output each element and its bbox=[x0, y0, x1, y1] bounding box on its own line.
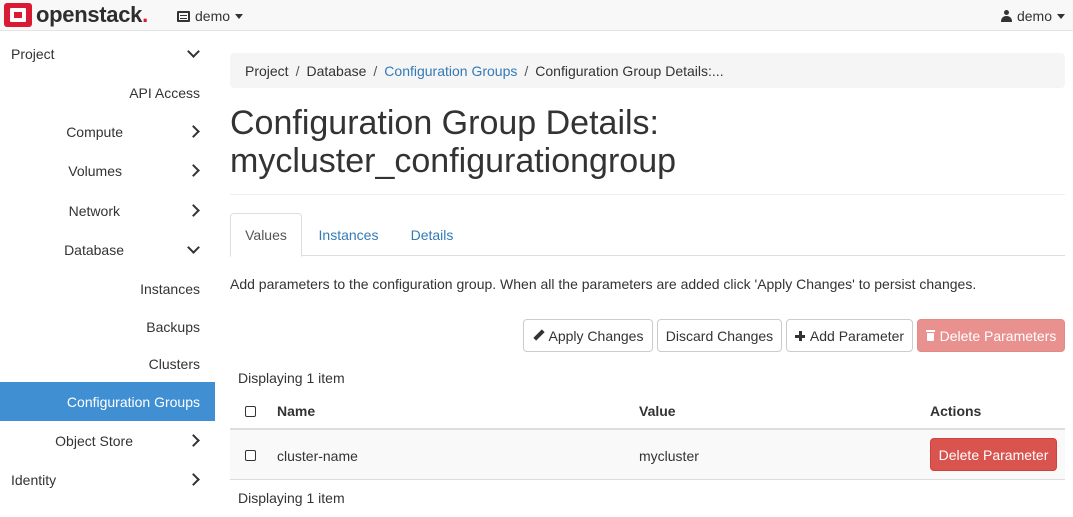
breadcrumb-item-current: Configuration Group Details:... bbox=[535, 62, 724, 79]
page-title: Configuration Group Details: mycluster_c… bbox=[230, 104, 1065, 180]
tab-details[interactable]: Details bbox=[402, 213, 462, 256]
item-count-bottom: Displaying 1 item bbox=[238, 490, 345, 506]
chevron-down-icon bbox=[235, 13, 244, 19]
tab-bar: Values Instances Details bbox=[230, 213, 1065, 257]
sidebar-item-instances[interactable]: Instances bbox=[0, 269, 215, 308]
table-row: cluster-name mycluster Delete Parameter bbox=[230, 430, 1065, 480]
sidebar-item-object-store[interactable]: Object Store bbox=[0, 421, 215, 460]
apply-changes-button[interactable]: Apply Changes bbox=[523, 319, 653, 352]
user-menu[interactable]: demo bbox=[1000, 8, 1065, 24]
breadcrumb-item-project: Project bbox=[245, 62, 289, 79]
table-header: Name Value Actions bbox=[230, 393, 1065, 430]
tab-values[interactable]: Values bbox=[230, 213, 302, 257]
sidebar-item-identity[interactable]: Identity bbox=[0, 460, 215, 499]
sidebar-item-label: Instances bbox=[140, 280, 200, 297]
sidebar-item-project[interactable]: Project bbox=[0, 34, 215, 73]
row-checkbox[interactable] bbox=[245, 450, 256, 461]
sidebar: Project API Access Compute Volumes Netwo… bbox=[0, 31, 215, 517]
breadcrumb: Project / Database / Configuration Group… bbox=[230, 53, 1065, 88]
sidebar-item-label: Configuration Groups bbox=[66, 393, 200, 410]
sidebar-item-label: Object Store bbox=[55, 432, 133, 449]
top-navbar: openstack. demo demo bbox=[0, 0, 1073, 31]
delete-parameters-label: Delete Parameters bbox=[939, 327, 1057, 344]
cell-name: cluster-name bbox=[277, 448, 358, 464]
select-all-checkbox[interactable] bbox=[245, 406, 256, 417]
column-header-actions: Actions bbox=[930, 403, 982, 419]
sidebar-item-label: Identity bbox=[11, 471, 57, 488]
cell-value: mycluster bbox=[639, 448, 699, 464]
sidebar-item-label: Network bbox=[68, 202, 120, 219]
sidebar-item-volumes[interactable]: Volumes bbox=[0, 151, 215, 190]
sidebar-item-label: Database bbox=[64, 241, 124, 258]
delete-parameter-button[interactable]: Delete Parameter bbox=[930, 438, 1057, 471]
plus-icon bbox=[794, 330, 805, 341]
sidebar-item-clusters[interactable]: Clusters bbox=[0, 344, 215, 383]
column-header-name[interactable]: Name bbox=[277, 403, 315, 419]
apply-changes-label: Apply Changes bbox=[548, 327, 644, 344]
breadcrumb-item-database: Database bbox=[306, 62, 367, 79]
sidebar-item-compute[interactable]: Compute bbox=[0, 112, 215, 151]
chevron-right-icon bbox=[187, 125, 200, 138]
sidebar-item-label: Volumes bbox=[68, 162, 122, 179]
tab-instances[interactable]: Instances bbox=[310, 213, 387, 256]
sidebar-item-configuration-groups[interactable]: Configuration Groups bbox=[0, 382, 215, 421]
page-title-line1: Configuration Group Details: bbox=[230, 104, 660, 142]
breadcrumb-separator: / bbox=[373, 62, 378, 79]
sidebar-item-label: Compute bbox=[66, 123, 123, 140]
sidebar-item-label: API Access bbox=[129, 84, 200, 101]
openstack-logo-icon bbox=[4, 3, 32, 27]
item-count-top: Displaying 1 item bbox=[238, 370, 345, 386]
sidebar-item-label: Project bbox=[11, 45, 55, 62]
project-name: demo bbox=[195, 8, 231, 24]
sidebar-item-backups[interactable]: Backups bbox=[0, 307, 215, 346]
user-name: demo bbox=[1016, 8, 1052, 24]
openstack-logo[interactable]: openstack. bbox=[4, 2, 148, 28]
sidebar-item-network[interactable]: Network bbox=[0, 191, 215, 230]
discard-changes-button[interactable]: Discard Changes bbox=[657, 319, 782, 352]
project-icon bbox=[177, 10, 190, 22]
logo-dot: . bbox=[142, 2, 148, 27]
chevron-right-icon bbox=[187, 204, 200, 217]
chevron-right-icon bbox=[187, 473, 200, 486]
chevron-down-icon bbox=[1057, 13, 1065, 19]
pencil-icon bbox=[533, 330, 544, 341]
sidebar-item-api-access[interactable]: API Access bbox=[0, 73, 215, 112]
user-icon bbox=[1000, 10, 1012, 22]
sidebar-item-label: Clusters bbox=[148, 355, 200, 372]
breadcrumb-separator: / bbox=[524, 62, 529, 79]
breadcrumb-separator: / bbox=[295, 62, 300, 79]
project-switcher[interactable]: demo bbox=[177, 8, 244, 24]
chevron-right-icon bbox=[187, 164, 200, 177]
breadcrumb-link-configuration-groups[interactable]: Configuration Groups bbox=[384, 63, 517, 79]
discard-changes-label: Discard Changes bbox=[665, 327, 774, 344]
chevron-down-icon bbox=[187, 44, 200, 58]
help-text: Add parameters to the configuration grou… bbox=[230, 276, 977, 292]
delete-parameters-button[interactable]: Delete Parameters bbox=[917, 319, 1065, 352]
chevron-right-icon bbox=[187, 434, 200, 447]
trash-icon bbox=[925, 330, 935, 341]
column-header-value[interactable]: Value bbox=[639, 403, 676, 419]
divider bbox=[230, 194, 1065, 195]
page-title-line2: mycluster_configurationgroup bbox=[230, 142, 677, 180]
sidebar-item-label: Backups bbox=[146, 318, 200, 335]
add-parameter-label: Add Parameter bbox=[809, 327, 905, 344]
sidebar-item-database[interactable]: Database bbox=[0, 230, 215, 269]
chevron-down-icon bbox=[187, 240, 200, 254]
logo-text: openstack bbox=[36, 2, 143, 27]
add-parameter-button[interactable]: Add Parameter bbox=[786, 319, 913, 352]
